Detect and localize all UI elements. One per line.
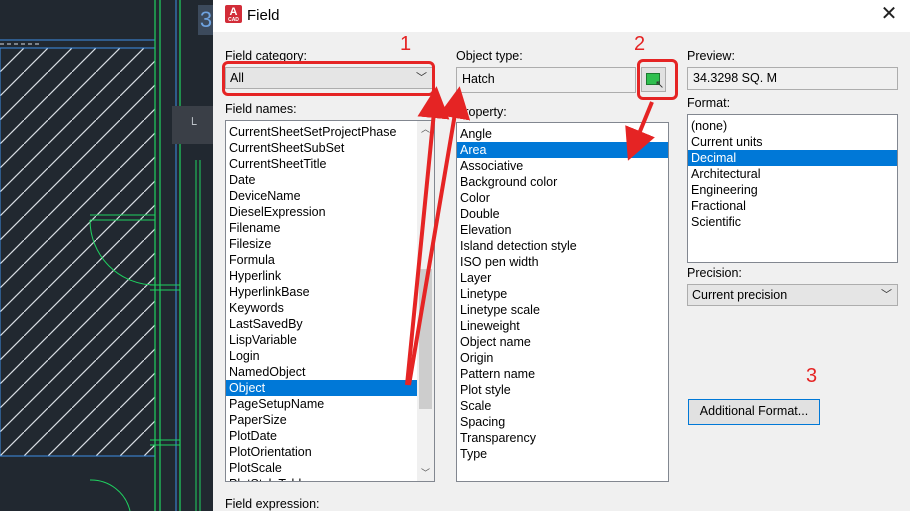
field-names-label: Field names:	[225, 102, 297, 116]
title-bar: A CAD Field ✕	[213, 0, 910, 32]
property-item[interactable]: Double	[457, 206, 668, 222]
scroll-down-icon[interactable]: ﹀	[417, 465, 434, 481]
cursor-icon: ↖	[655, 79, 665, 91]
property-item[interactable]: Origin	[457, 350, 668, 366]
property-item[interactable]: Scale	[457, 398, 668, 414]
autocad-app-icon: A CAD	[225, 5, 242, 23]
format-item[interactable]: Engineering	[688, 182, 897, 198]
field-name-item[interactable]: CurrentSheetSetProjectPhase	[226, 124, 434, 140]
format-item[interactable]: (none)	[688, 118, 897, 134]
precision-value: Current precision	[692, 288, 788, 302]
dialog-title: Field	[247, 7, 280, 24]
field-name-item[interactable]: LispVariable	[226, 332, 434, 348]
preview-field: 34.3298 SQ. M	[687, 67, 898, 90]
format-item[interactable]: Current units	[688, 134, 897, 150]
format-list[interactable]: (none) Current units Decimal Architectural E…	[687, 114, 898, 263]
property-item[interactable]: Associative	[457, 158, 668, 174]
preview-label: Preview:	[687, 49, 735, 63]
field-name-item[interactable]: Object	[226, 380, 434, 396]
format-label: Format:	[687, 96, 731, 110]
ucs-icon[interactable]: └	[172, 106, 213, 144]
chevron-down-icon: ﹀	[881, 289, 892, 301]
precision-label: Precision:	[687, 266, 742, 280]
property-item[interactable]: Object name	[457, 334, 668, 350]
annotation-number-3: 3	[806, 365, 818, 387]
viewport-label: 3	[198, 5, 213, 35]
scroll-thumb[interactable]	[419, 269, 432, 409]
field-name-item[interactable]: HyperlinkBase	[226, 284, 434, 300]
property-item[interactable]: Background color	[457, 174, 668, 190]
property-item[interactable]: Lineweight	[457, 318, 668, 334]
additional-format-button[interactable]: Additional Format...	[688, 399, 820, 425]
object-type-label: Object type:	[456, 49, 523, 63]
scroll-up-icon[interactable]: ︿	[417, 121, 434, 137]
field-name-item[interactable]: LastSavedBy	[226, 316, 434, 332]
field-category-value: All	[230, 71, 244, 85]
field-name-item[interactable]: CurrentSheetTitle	[226, 156, 434, 172]
object-type-field: Hatch	[456, 67, 636, 93]
field-name-item[interactable]: Filename	[226, 220, 434, 236]
chevron-down-icon: ﹀	[416, 72, 427, 84]
field-names-list[interactable]: CurrentSheetSetProjectPhase CurrentSheetS…	[225, 120, 435, 482]
property-item[interactable]: Spacing	[457, 414, 668, 430]
property-item[interactable]: Type	[457, 446, 668, 462]
property-item[interactable]: Angle	[457, 126, 668, 142]
field-name-item[interactable]: Keywords	[226, 300, 434, 316]
format-item[interactable]: Decimal	[688, 150, 897, 166]
field-name-item[interactable]: PageSetupName	[226, 396, 434, 412]
field-name-item[interactable]: Formula	[226, 252, 434, 268]
format-item[interactable]: Architectural	[688, 166, 897, 182]
field-names-scrollbar[interactable]: ︿ ﹀	[417, 121, 434, 481]
field-name-item[interactable]: PlotStyleTable	[226, 476, 434, 481]
field-name-item[interactable]: PlotScale	[226, 460, 434, 476]
select-object-button[interactable]: ↖	[641, 67, 666, 92]
property-item[interactable]: Island detection style	[457, 238, 668, 254]
field-name-item[interactable]: Filesize	[226, 236, 434, 252]
property-item[interactable]: Transparency	[457, 430, 668, 446]
annotation-number-2: 2	[634, 33, 646, 55]
field-name-item[interactable]: Login	[226, 348, 434, 364]
property-item[interactable]: Plot style	[457, 382, 668, 398]
field-name-item[interactable]: PlotDate	[226, 428, 434, 444]
precision-select[interactable]: Current precision ﹀	[687, 284, 898, 306]
property-item[interactable]: ISO pen width	[457, 254, 668, 270]
field-name-item[interactable]: Hyperlink	[226, 268, 434, 284]
property-item[interactable]: Pattern name	[457, 366, 668, 382]
field-dialog: A CAD Field ✕ Field category: All ﹀ Field…	[213, 0, 910, 511]
close-icon[interactable]: ✕	[878, 3, 900, 25]
property-label: Property:	[456, 105, 507, 119]
cad-drawing	[0, 0, 201, 511]
property-item[interactable]: Linetype	[457, 286, 668, 302]
cad-canvas[interactable]: 3 └	[0, 0, 213, 511]
field-name-item[interactable]: CurrentSheetSubSet	[226, 140, 434, 156]
field-name-item[interactable]: PaperSize	[226, 412, 434, 428]
format-item[interactable]: Scientific	[688, 214, 897, 230]
annotation-number-1: 1	[400, 33, 412, 55]
property-item[interactable]: Color	[457, 190, 668, 206]
property-item[interactable]: Linetype scale	[457, 302, 668, 318]
field-expression-label: Field expression:	[225, 497, 320, 511]
field-name-item[interactable]: NamedObject	[226, 364, 434, 380]
field-name-item[interactable]: DeviceName	[226, 188, 434, 204]
property-item[interactable]: Elevation	[457, 222, 668, 238]
field-name-item[interactable]: DieselExpression	[226, 204, 434, 220]
field-name-item[interactable]: Date	[226, 172, 434, 188]
format-item[interactable]: Fractional	[688, 198, 897, 214]
field-category-select[interactable]: All ﹀	[225, 67, 433, 89]
field-name-item[interactable]: PlotOrientation	[226, 444, 434, 460]
property-item[interactable]: Layer	[457, 270, 668, 286]
property-list[interactable]: Angle Area Associative Background color Colo…	[456, 122, 669, 482]
field-category-label: Field category:	[225, 49, 307, 63]
property-item[interactable]: Area	[457, 142, 668, 158]
